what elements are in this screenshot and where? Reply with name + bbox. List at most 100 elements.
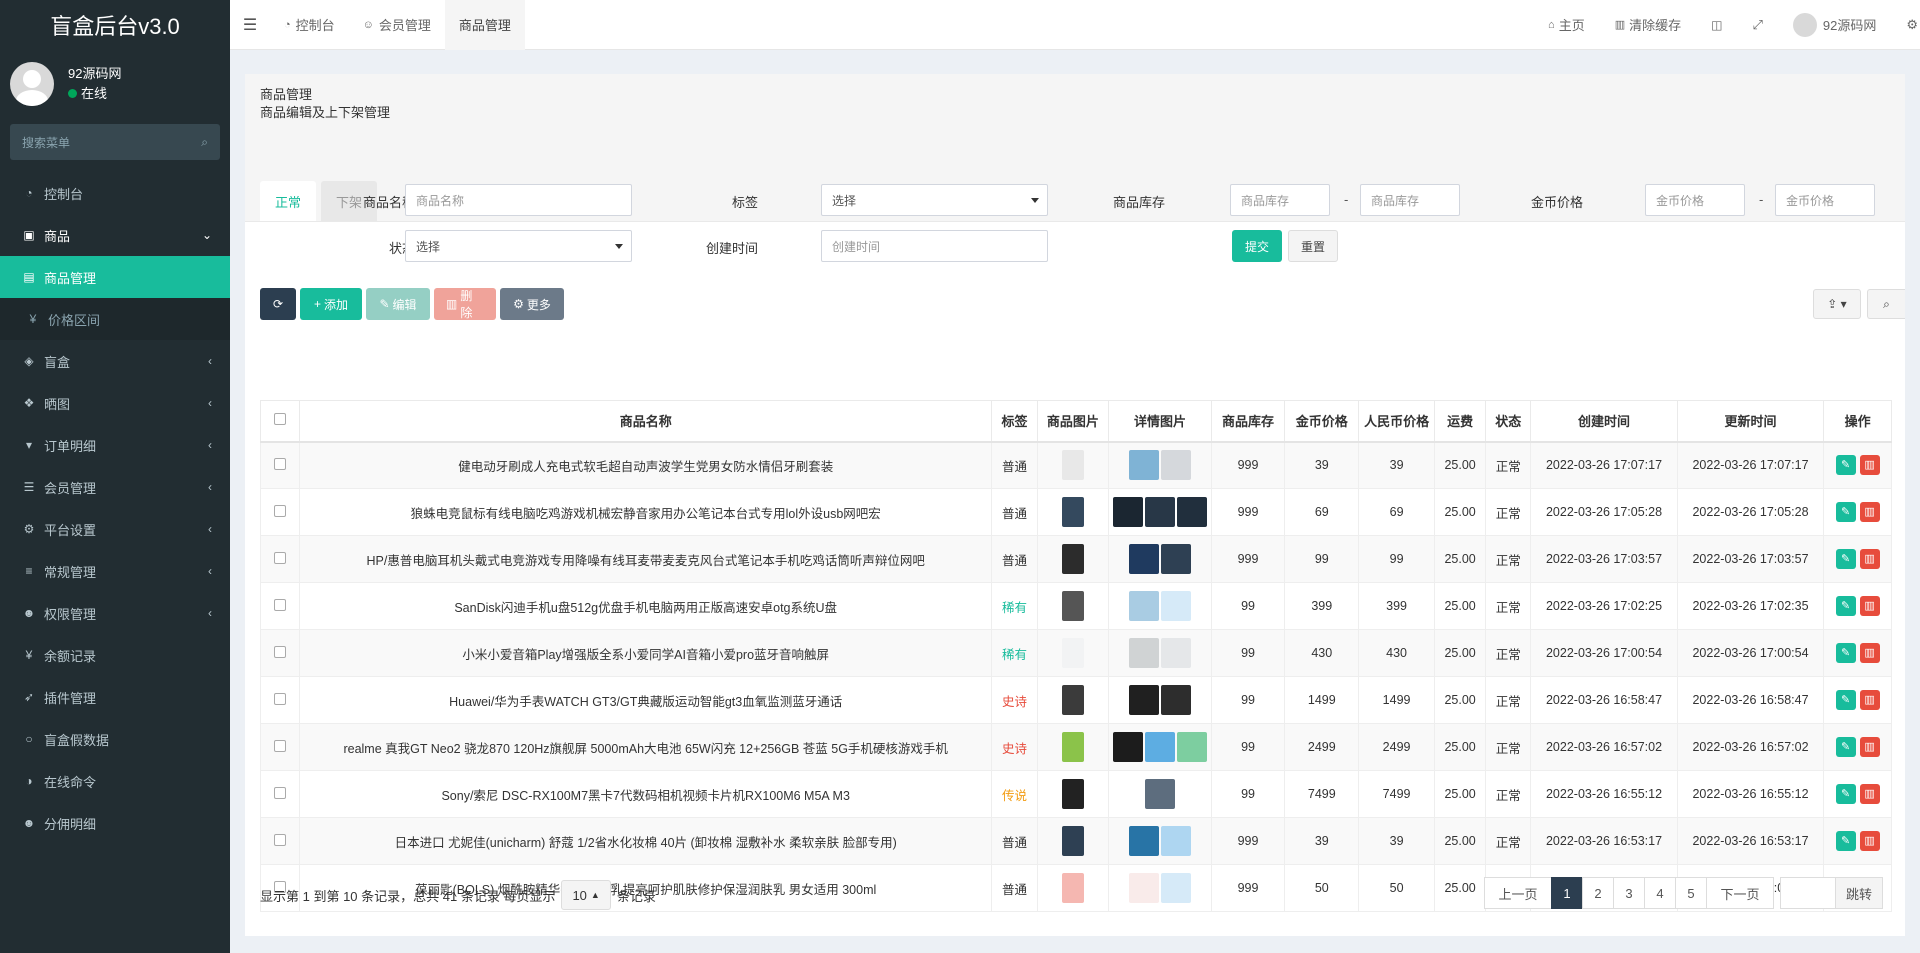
user-menu[interactable]: 92源码网	[1778, 12, 1891, 37]
page-button[interactable]: 4	[1643, 877, 1676, 909]
detail-image[interactable]	[1128, 826, 1159, 856]
table-row[interactable]: 狼蛛电竞鼠标有线电脑吃鸡游戏机械宏静音家用办公笔记本台式专用lol外设usb网吧…	[260, 488, 1892, 536]
row-checkbox[interactable]	[273, 739, 286, 752]
filter-stock-min-input[interactable]: 商品库存	[1230, 184, 1330, 216]
filter-name-input[interactable]: 商品名称	[405, 184, 632, 216]
detail-image[interactable]	[1128, 685, 1159, 715]
detail-image[interactable]	[1160, 638, 1191, 668]
detail-image[interactable]	[1160, 685, 1191, 715]
edit-row-button[interactable]: ✎	[1835, 596, 1856, 616]
clear-cache-button[interactable]: ▥ 清除缓存	[1600, 15, 1696, 34]
search-icon[interactable]: ⌕	[201, 135, 208, 150]
row-checkbox[interactable]	[273, 692, 286, 705]
sidebar-item[interactable]: ◈ 盲盒 ‹	[0, 340, 230, 382]
detail-image[interactable]	[1128, 544, 1159, 574]
filter-gold-min-input[interactable]: 金币价格	[1645, 184, 1745, 216]
page-button[interactable]: 2	[1581, 877, 1614, 909]
jump-page-input[interactable]	[1779, 877, 1836, 909]
detail-image[interactable]	[1176, 497, 1207, 527]
submit-button[interactable]: 提交	[1232, 230, 1282, 262]
sidebar-item[interactable]: ○ 盲盒假数据	[0, 718, 230, 760]
delete-button[interactable]: ▥ 删除	[434, 288, 496, 320]
sidebar-item[interactable]: ▤ 商品管理	[0, 256, 230, 298]
sidebar-item[interactable]: ☻ 权限管理 ‹	[0, 592, 230, 634]
product-image[interactable]	[1061, 826, 1084, 856]
edit-row-button[interactable]: ✎	[1835, 690, 1856, 710]
delete-row-button[interactable]: ▥	[1859, 737, 1880, 757]
detail-image[interactable]	[1112, 497, 1143, 527]
export-button[interactable]: ⇪ ▾	[1813, 289, 1861, 319]
detail-image[interactable]	[1128, 873, 1159, 903]
detail-image[interactable]	[1160, 826, 1191, 856]
prev-page-button[interactable]: 上一页	[1483, 877, 1552, 909]
detail-image[interactable]	[1144, 497, 1175, 527]
product-image[interactable]	[1061, 732, 1084, 762]
delete-row-button[interactable]: ▥	[1859, 690, 1880, 710]
edit-row-button[interactable]: ✎	[1835, 502, 1856, 522]
page-button[interactable]: 3	[1612, 877, 1645, 909]
product-image[interactable]	[1061, 497, 1084, 527]
product-image[interactable]	[1061, 779, 1084, 809]
sidebar-item[interactable]: ⚙ 平台设置 ‹	[0, 508, 230, 550]
detail-image[interactable]	[1160, 591, 1191, 621]
edit-row-button[interactable]: ✎	[1835, 455, 1856, 476]
detail-image[interactable]	[1160, 544, 1191, 574]
refresh-button[interactable]: ⟳	[260, 288, 296, 320]
table-row[interactable]: 小米小爱音箱Play增强版全系小爱同学AI音箱小爱pro蓝牙音响触屏 稀有 99 43…	[260, 629, 1892, 677]
edit-row-button[interactable]: ✎	[1835, 831, 1856, 851]
sidebar-item[interactable]: ¥ 余额记录	[0, 634, 230, 676]
delete-row-button[interactable]: ▥	[1859, 502, 1880, 522]
menu-toggle-icon[interactable]: ☰	[230, 15, 270, 35]
tab-2[interactable]: 商品管理	[444, 0, 525, 50]
table-row[interactable]: 日本进口 尤妮佳(unicharm) 舒蔻 1/2省水化妆棉 40片 (卸妆棉 …	[260, 817, 1892, 865]
delete-row-button[interactable]: ▥	[1859, 643, 1880, 663]
detail-image[interactable]	[1160, 873, 1191, 903]
tab-1[interactable]: ☺ 会员管理	[349, 0, 445, 50]
edit-row-button[interactable]: ✎	[1835, 643, 1856, 663]
sidebar-item[interactable]: ❖ 晒图 ‹	[0, 382, 230, 424]
page-button[interactable]: 5	[1674, 877, 1707, 909]
page-button[interactable]: 1	[1550, 877, 1583, 909]
row-checkbox[interactable]	[273, 786, 286, 799]
add-button[interactable]: + 添加	[300, 288, 362, 320]
delete-row-button[interactable]: ▥	[1859, 596, 1880, 616]
row-checkbox[interactable]	[273, 833, 286, 846]
detail-image[interactable]	[1128, 591, 1159, 621]
table-row[interactable]: Huawei/华为手表WATCH GT3/GT典藏版运动智能gt3血氧监测蓝牙通…	[260, 676, 1892, 724]
delete-row-button[interactable]: ▥	[1859, 784, 1880, 804]
detail-image[interactable]	[1128, 450, 1159, 481]
sidebar-item[interactable]: ☻ 分佣明细	[0, 802, 230, 844]
filter-gold-max-input[interactable]: 金币价格	[1775, 184, 1875, 216]
detail-image[interactable]	[1144, 779, 1175, 809]
sidebar-item[interactable]: ◑ 在线命令	[0, 760, 230, 802]
brand-logo[interactable]: 盲盒后台v3.0	[0, 0, 230, 50]
detail-image[interactable]	[1112, 732, 1143, 762]
edit-button[interactable]: ✎ 编辑	[366, 288, 430, 320]
search-toggle-button[interactable]: ⌕	[1867, 289, 1905, 319]
table-row[interactable]: HP/惠普电脑耳机头戴式电竞游戏专用降噪有线耳麦带麦麦克风台式笔记本手机吃鸡话筒…	[260, 535, 1892, 583]
home-link[interactable]: ⌂ 主页	[1533, 15, 1600, 34]
jump-button[interactable]: 跳转	[1834, 877, 1883, 909]
row-checkbox[interactable]	[273, 504, 286, 517]
row-checkbox[interactable]	[273, 598, 286, 611]
detail-image[interactable]	[1128, 638, 1159, 668]
filter-status-select[interactable]: 选择	[405, 230, 632, 262]
edit-row-button[interactable]: ✎	[1835, 737, 1856, 757]
detail-image[interactable]	[1160, 450, 1191, 481]
sidebar-item[interactable]: ▣ 商品 ⌄	[0, 214, 230, 256]
row-checkbox[interactable]	[273, 551, 286, 564]
filter-tag-select[interactable]: 选择	[821, 184, 1048, 216]
sidebar-item[interactable]: ≡ 常规管理 ‹	[0, 550, 230, 592]
language-icon[interactable]: ◫	[1696, 18, 1737, 32]
table-row[interactable]: 健电动牙刷成人充电式软毛超自动声波学生党男女防水情侣牙刷套装 普通 999 39 39 2…	[260, 441, 1892, 489]
sidebar-search-input[interactable]: 搜索菜单 ⌕	[10, 124, 220, 160]
next-page-button[interactable]: 下一页	[1705, 877, 1774, 909]
row-checkbox[interactable]	[273, 645, 286, 658]
gears-icon[interactable]: ⚙	[1891, 17, 1920, 33]
more-button[interactable]: ⚙ 更多	[500, 288, 564, 320]
product-image[interactable]	[1061, 685, 1084, 715]
row-checkbox[interactable]	[273, 457, 286, 470]
product-image[interactable]	[1061, 450, 1084, 481]
sidebar-item[interactable]: ◔ 控制台	[0, 172, 230, 214]
tab-0[interactable]: ◔ 控制台	[270, 0, 349, 50]
